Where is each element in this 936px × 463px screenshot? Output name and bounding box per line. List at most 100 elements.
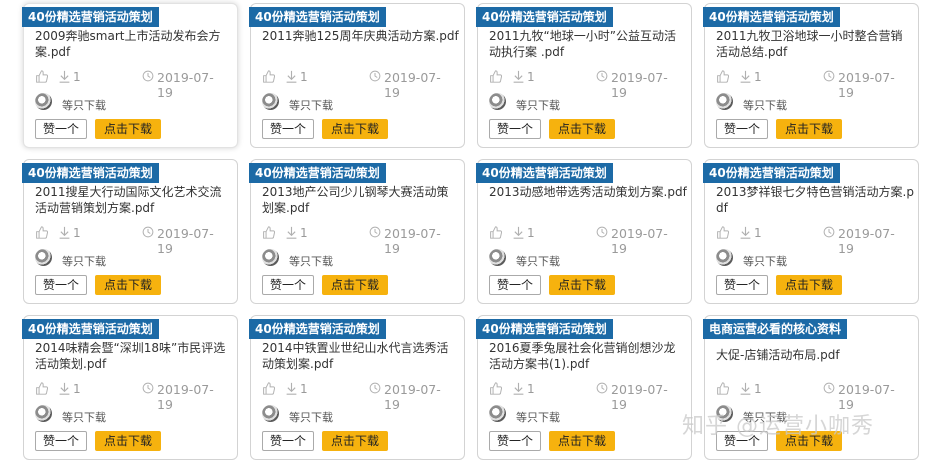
- like-button[interactable]: 赞一个: [489, 275, 541, 295]
- document-title[interactable]: 2014味精会暨“深圳18味”市民评选活动策划.pdf: [35, 340, 233, 372]
- document-title[interactable]: 2013动感地带选秀活动策划方案.pdf: [489, 184, 687, 216]
- document-title[interactable]: 2016夏季兔展社会化营销创想沙龙活动方案书(1).pdf: [489, 340, 687, 372]
- download-button[interactable]: 点击下载: [95, 119, 161, 139]
- thumbs-up-icon[interactable]: [716, 382, 730, 398]
- download-button[interactable]: 点击下载: [549, 119, 615, 139]
- clock-icon: [823, 226, 835, 241]
- author-name[interactable]: 等只下载: [62, 253, 106, 269]
- document-title[interactable]: 2013地产公司少儿钢琴大赛活动策划案.pdf: [262, 184, 460, 216]
- download-icon: [285, 70, 298, 86]
- card-meta: 1 2019-07-19: [716, 70, 909, 100]
- thumbs-up-icon[interactable]: [35, 382, 49, 398]
- thumbs-up-icon[interactable]: [35, 226, 49, 242]
- author-name[interactable]: 等只下载: [516, 409, 560, 425]
- download-button[interactable]: 点击下载: [776, 275, 842, 295]
- document-title[interactable]: 2011九牧卫浴地球一小时整合营销活动总结.pdf: [716, 28, 914, 60]
- document-card[interactable]: 40份精选营销活动策划 2011奔驰125周年庆典活动方案.pdf 1 2019…: [249, 3, 465, 148]
- avatar-icon[interactable]: [716, 93, 733, 110]
- document-card[interactable]: 40份精选营销活动策划 2011九牧卫浴地球一小时整合营销活动总结.pdf 1 …: [703, 3, 919, 148]
- category-tag: 40份精选营销活动策划: [22, 163, 159, 183]
- document-title[interactable]: 2011搜星大行动国际文化艺术交流活动营销策划方案.pdf: [35, 184, 233, 216]
- avatar-icon[interactable]: [489, 93, 506, 110]
- download-button[interactable]: 点击下载: [776, 119, 842, 139]
- thumbs-up-icon[interactable]: [489, 70, 503, 86]
- avatar-icon[interactable]: [262, 93, 279, 110]
- clock-icon: [142, 226, 154, 241]
- thumbs-up-icon[interactable]: [262, 226, 276, 242]
- thumbs-up-icon[interactable]: [489, 382, 503, 398]
- document-card[interactable]: 40份精选营销活动策划 2014味精会暨“深圳18味”市民评选活动策划.pdf …: [22, 315, 238, 460]
- author-name[interactable]: 等只下载: [516, 253, 560, 269]
- download-button[interactable]: 点击下载: [549, 275, 615, 295]
- document-card[interactable]: 40份精选营销活动策划 2009奔驰smart上市活动发布会方案.pdf 1 2…: [22, 3, 238, 148]
- clock-icon: [823, 70, 835, 85]
- like-button[interactable]: 赞一个: [262, 275, 314, 295]
- avatar-icon[interactable]: [35, 249, 52, 266]
- like-button[interactable]: 赞一个: [35, 275, 87, 295]
- avatar-icon[interactable]: [35, 405, 52, 422]
- like-button[interactable]: 赞一个: [262, 431, 314, 451]
- document-title[interactable]: 2014中铁置业世纪山水代言选秀活动策划案.pdf: [262, 340, 460, 372]
- avatar-icon[interactable]: [489, 405, 506, 422]
- download-button[interactable]: 点击下载: [549, 431, 615, 451]
- author-name[interactable]: 等只下载: [516, 97, 560, 113]
- download-button[interactable]: 点击下载: [322, 431, 388, 451]
- download-icon: [58, 382, 71, 398]
- avatar-icon[interactable]: [716, 249, 733, 266]
- document-title[interactable]: 2011奔驰125周年庆典活动方案.pdf: [262, 28, 460, 60]
- document-card[interactable]: 40份精选营销活动策划 2013动感地带选秀活动策划方案.pdf 1 2019-…: [476, 159, 692, 304]
- like-button[interactable]: 赞一个: [262, 119, 314, 139]
- download-button[interactable]: 点击下载: [95, 431, 161, 451]
- document-title[interactable]: 2013梦祥银七夕特色营销活动方案.pdf: [716, 184, 914, 216]
- avatar-icon[interactable]: [35, 93, 52, 110]
- like-button[interactable]: 赞一个: [35, 119, 87, 139]
- document-title[interactable]: 2011九牧“地球一小时”公益互动活动执行案 .pdf: [489, 28, 687, 60]
- card-meta: 1 2019-07-19: [262, 382, 455, 412]
- author-name[interactable]: 等只下载: [289, 409, 333, 425]
- document-card[interactable]: 40份精选营销活动策划 2016夏季兔展社会化营销创想沙龙活动方案书(1).pd…: [476, 315, 692, 460]
- download-icon: [512, 382, 525, 398]
- download-icon: [58, 226, 71, 242]
- download-count: 1: [527, 70, 535, 84]
- author-name[interactable]: 等只下载: [289, 97, 333, 113]
- document-card[interactable]: 40份精选营销活动策划 2011搜星大行动国际文化艺术交流活动营销策划方案.pd…: [22, 159, 238, 304]
- author-name[interactable]: 等只下载: [289, 253, 333, 269]
- thumbs-up-icon[interactable]: [262, 382, 276, 398]
- download-count: 1: [300, 70, 308, 84]
- download-count: 1: [73, 382, 81, 396]
- avatar-icon[interactable]: [489, 249, 506, 266]
- document-card[interactable]: 40份精选营销活动策划 2011九牧“地球一小时”公益互动活动执行案 .pdf …: [476, 3, 692, 148]
- thumbs-up-icon[interactable]: [716, 70, 730, 86]
- document-card[interactable]: 40份精选营销活动策划 2014中铁置业世纪山水代言选秀活动策划案.pdf 1 …: [249, 315, 465, 460]
- clock-icon: [596, 226, 608, 241]
- like-button[interactable]: 赞一个: [489, 431, 541, 451]
- thumbs-up-icon[interactable]: [262, 70, 276, 86]
- download-icon: [512, 70, 525, 86]
- author-name[interactable]: 等只下载: [743, 253, 787, 269]
- document-title[interactable]: 大促-店铺活动布局.pdf: [716, 347, 914, 379]
- author-name[interactable]: 等只下载: [743, 97, 787, 113]
- upload-date: 2019-07-19: [611, 382, 668, 412]
- like-button[interactable]: 赞一个: [35, 431, 87, 451]
- download-icon: [285, 226, 298, 242]
- author-name[interactable]: 等只下载: [62, 409, 106, 425]
- author-name[interactable]: 等只下载: [62, 97, 106, 113]
- document-title[interactable]: 2009奔驰smart上市活动发布会方案.pdf: [35, 28, 233, 60]
- document-card[interactable]: 40份精选营销活动策划 2013梦祥银七夕特色营销活动方案.pdf 1 2019…: [703, 159, 919, 304]
- download-count: 1: [73, 226, 81, 240]
- avatar-icon[interactable]: [262, 249, 279, 266]
- download-button[interactable]: 点击下载: [322, 275, 388, 295]
- thumbs-up-icon[interactable]: [716, 226, 730, 242]
- avatar-icon[interactable]: [262, 405, 279, 422]
- thumbs-up-icon[interactable]: [489, 226, 503, 242]
- document-card[interactable]: 40份精选营销活动策划 2013地产公司少儿钢琴大赛活动策划案.pdf 1 20…: [249, 159, 465, 304]
- category-tag: 40份精选营销活动策划: [703, 7, 840, 27]
- download-button[interactable]: 点击下载: [322, 119, 388, 139]
- like-button[interactable]: 赞一个: [716, 119, 768, 139]
- like-button[interactable]: 赞一个: [716, 275, 768, 295]
- download-button[interactable]: 点击下载: [95, 275, 161, 295]
- clock-icon: [823, 382, 835, 397]
- thumbs-up-icon[interactable]: [35, 70, 49, 86]
- like-button[interactable]: 赞一个: [489, 119, 541, 139]
- clock-icon: [596, 70, 608, 85]
